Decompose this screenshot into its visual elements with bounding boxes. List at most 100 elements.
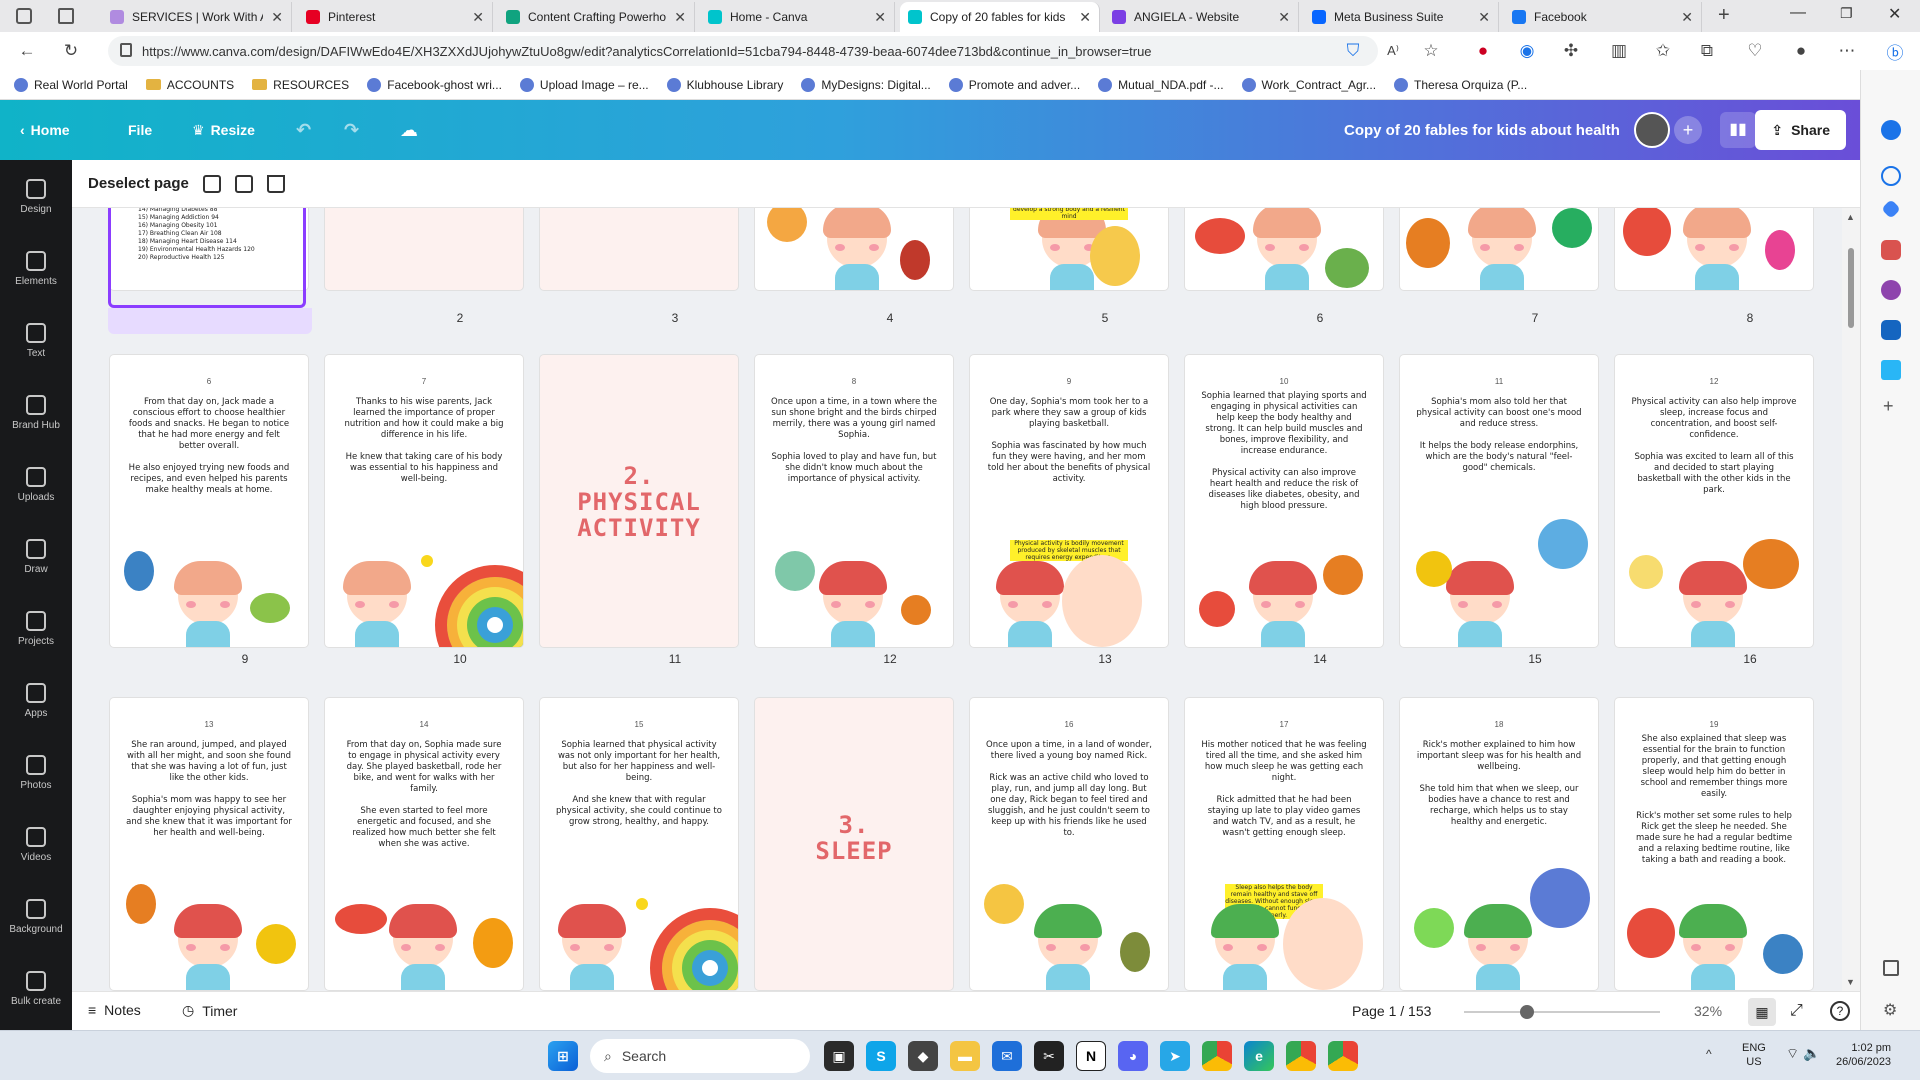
- browser-tab[interactable]: Facebook ✕: [1504, 2, 1702, 32]
- add-collaborator-icon[interactable]: +: [1674, 116, 1702, 144]
- tray-chevron-icon[interactable]: ^: [1706, 1047, 1712, 1061]
- tools-briefcase-icon[interactable]: [1881, 240, 1901, 260]
- sidebar-item-uploads[interactable]: Uploads: [0, 450, 72, 520]
- tab-close-icon[interactable]: ✕: [1079, 9, 1091, 26]
- bing-sidebar-icon[interactable]: [1881, 120, 1901, 140]
- extensions-puzzle-icon[interactable]: ✣: [1558, 38, 1584, 64]
- bookmark-item[interactable]: Real World Portal: [14, 77, 128, 92]
- chrome-profile-2-icon[interactable]: [1328, 1041, 1358, 1071]
- browser-essentials-icon[interactable]: ♡: [1742, 38, 1768, 64]
- tab-close-icon[interactable]: ✕: [674, 9, 686, 26]
- add-page-icon[interactable]: [202, 174, 221, 193]
- clock[interactable]: 1:02 pm 26/06/2023: [1836, 1041, 1891, 1069]
- search-icon[interactable]: [1881, 166, 1901, 186]
- notes-button[interactable]: ≡ Notes: [88, 1002, 141, 1018]
- page-thumbnail[interactable]: 2. PHYSICAL ACTIVITY: [540, 355, 738, 647]
- page-thumbnail[interactable]: [325, 208, 523, 290]
- resize-button[interactable]: ♛ Resize: [192, 100, 255, 160]
- page-thumbnail[interactable]: 18 Rick's mother explained to him how imp…: [1400, 698, 1598, 990]
- page-thumbnail[interactable]: [540, 208, 738, 290]
- wifi-volume-icon[interactable]: ⌔ 🔈: [1786, 1045, 1820, 1063]
- scroll-up-icon[interactable]: ▲: [1846, 212, 1855, 222]
- deselect-page-button[interactable]: Deselect page: [88, 175, 189, 192]
- sidebar-item-design[interactable]: Design: [0, 162, 72, 232]
- outlook-icon[interactable]: [1881, 320, 1901, 340]
- fullscreen-icon[interactable]: ⤢: [1790, 1002, 1803, 1020]
- vertical-scrollbar[interactable]: ▲ ▼: [1842, 208, 1860, 991]
- skype-icon[interactable]: S: [866, 1041, 896, 1071]
- taskbar-search-box[interactable]: ⌕ Search: [590, 1039, 810, 1073]
- bookmark-item[interactable]: MyDesigns: Digital...: [801, 77, 931, 92]
- profile-icon[interactable]: ●: [1788, 38, 1814, 64]
- zoom-level[interactable]: 32%: [1694, 1003, 1722, 1019]
- shield-icon[interactable]: ⛉: [1340, 38, 1366, 64]
- bookmark-item[interactable]: Mutual_NDA.pdf -...: [1098, 77, 1224, 92]
- scroll-down-icon[interactable]: ▼: [1846, 977, 1855, 987]
- chrome-profile-icon[interactable]: [1286, 1041, 1316, 1071]
- tab-close-icon[interactable]: ✕: [472, 9, 484, 26]
- chrome-icon[interactable]: [1202, 1041, 1232, 1071]
- extension-2-icon[interactable]: ◉: [1514, 38, 1540, 64]
- sidebar-item-brand-hub[interactable]: Brand Hub: [0, 378, 72, 448]
- sidebar-toggle-icon[interactable]: [1883, 960, 1899, 976]
- page-thumbnail[interactable]: 7 Thanks to his wise parents, Jack learne…: [325, 355, 523, 647]
- edge-icon[interactable]: e: [1244, 1041, 1274, 1071]
- shopping-tag-icon[interactable]: [1881, 199, 1901, 219]
- page-thumbnail[interactable]: 15 Sophia learned that physical activity …: [540, 698, 738, 990]
- page-thumbnail[interactable]: 3. SLEEP: [755, 698, 953, 990]
- tab-close-icon[interactable]: ✕: [1681, 9, 1693, 26]
- cube-app-icon[interactable]: ◆: [908, 1041, 938, 1071]
- browser-tab[interactable]: Meta Business Suite ✕: [1304, 2, 1499, 32]
- page-thumbnail[interactable]: [1400, 208, 1598, 290]
- page-thumbnail[interactable]: 12 Physical activity can also help improv…: [1615, 355, 1813, 647]
- sidebar-item-text[interactable]: Text: [0, 306, 72, 376]
- sidebar-item-photos[interactable]: Photos: [0, 738, 72, 808]
- browser-tab[interactable]: ANGIELA - Website ✕: [1104, 2, 1299, 32]
- refresh-button[interactable]: ↻: [58, 38, 84, 64]
- zoom-slider-knob[interactable]: [1519, 1005, 1534, 1019]
- minimize-button[interactable]: —: [1790, 4, 1806, 22]
- start-windows-icon[interactable]: ⊞: [548, 1041, 578, 1071]
- bookmark-item[interactable]: ACCOUNTS: [145, 78, 234, 92]
- page-thumbnail[interactable]: 10 Sophia learned that playing sports and…: [1185, 355, 1383, 647]
- sidebar-item-bulk-create[interactable]: Bulk create: [0, 954, 72, 1024]
- browser-tab[interactable]: Pinterest ✕: [298, 2, 493, 32]
- sidebar-item-apps[interactable]: Apps: [0, 666, 72, 736]
- settings-gear-icon[interactable]: ⚙: [1883, 1000, 1897, 1020]
- url-input[interactable]: https://www.canva.com/design/DAFIWwEdo4E…: [108, 36, 1378, 66]
- sidebar-item-draw[interactable]: Draw: [0, 522, 72, 592]
- mail-icon[interactable]: ✉: [992, 1041, 1022, 1071]
- page-thumbnail[interactable]: develop a strong body and a resilient mi…: [970, 208, 1168, 290]
- bing-copilot-icon[interactable]: ⓑ: [1882, 38, 1908, 64]
- restore-button[interactable]: ❐: [1840, 5, 1853, 22]
- tab-close-icon[interactable]: ✕: [1478, 9, 1490, 26]
- bookmark-item[interactable]: Promote and adver...: [948, 77, 1080, 92]
- read-aloud-icon[interactable]: A⁾: [1380, 38, 1406, 64]
- scroll-thumb[interactable]: [1848, 248, 1854, 328]
- browser-tab[interactable]: Content Crafting Powerho ✕: [498, 2, 695, 32]
- tab-actions-icon[interactable]: [58, 8, 74, 24]
- page-thumbnail[interactable]: 16 Once upon a time, in a land of wonder,…: [970, 698, 1168, 990]
- share-button[interactable]: ⇪ Share: [1755, 110, 1846, 150]
- cloud-saved-icon[interactable]: ☁: [400, 100, 418, 160]
- page-thumbnail[interactable]: [1615, 208, 1813, 290]
- favorite-star-icon[interactable]: ☆: [1418, 38, 1444, 64]
- page-thumbnail[interactable]: 19 She also explained that sleep was esse…: [1615, 698, 1813, 990]
- bookmark-item[interactable]: Work_Contract_Agr...: [1241, 77, 1376, 92]
- bookmark-item[interactable]: Facebook-ghost wri...: [367, 77, 502, 92]
- sidebar-item-projects[interactable]: Projects: [0, 594, 72, 664]
- file-explorer-icon[interactable]: ▬: [950, 1041, 980, 1071]
- more-menu-icon[interactable]: ⋯: [1834, 38, 1860, 64]
- page-thumbnail[interactable]: 8 Once upon a time, in a town where the s…: [755, 355, 953, 647]
- duplicate-page-icon[interactable]: [234, 174, 253, 193]
- browser-tab[interactable]: Copy of 20 fables for kids ✕: [900, 2, 1100, 32]
- extension-icon[interactable]: ●: [1470, 38, 1496, 64]
- page-thumbnail[interactable]: [755, 208, 953, 290]
- timer-button[interactable]: ◷ Timer: [182, 1002, 237, 1019]
- language-indicator[interactable]: ENG US: [1742, 1041, 1766, 1069]
- page-thumbnail[interactable]: 14 From that day on, Sophia made sure to …: [325, 698, 523, 990]
- close-window-button[interactable]: ✕: [1888, 4, 1901, 24]
- delete-page-icon[interactable]: [266, 174, 285, 193]
- design-title[interactable]: Copy of 20 fables for kids about health: [1344, 100, 1620, 160]
- task-view-icon[interactable]: ▣: [824, 1041, 854, 1071]
